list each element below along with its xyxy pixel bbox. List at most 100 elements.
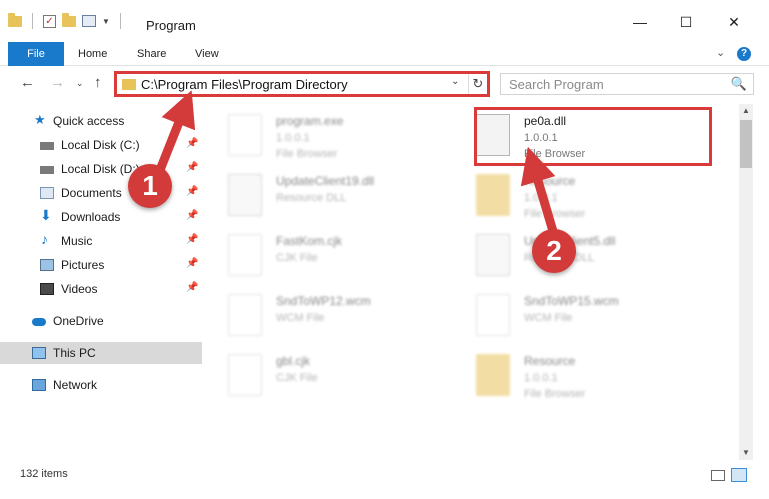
file-tile[interactable]: program.exe 1.0.0.1 File Browser — [210, 110, 450, 164]
qat-dropdown-icon[interactable]: ▼ — [102, 17, 110, 26]
forward-button[interactable]: → — [50, 74, 65, 91]
vertical-scrollbar[interactable]: ▲ ▼ — [739, 104, 753, 460]
file-tile[interactable]: Resource 1.0.0.1 File Browser — [458, 350, 698, 404]
sidebar-item-downloads[interactable]: ⬇ Downloads 📌 — [0, 206, 202, 228]
toolbar-separator — [119, 13, 121, 29]
customize-icon[interactable] — [82, 15, 96, 27]
file-tile[interactable]: FastKom.cjk CJK File — [210, 230, 450, 284]
sidebar-item-label: OneDrive — [53, 314, 104, 328]
sidebar-item-local-disk-d[interactable]: Local Disk (D:) 📌 — [0, 158, 202, 180]
file-name: program.exe — [276, 114, 344, 128]
search-input[interactable]: Search Program — [509, 77, 604, 92]
sidebar-item-label: Local Disk (C:) — [61, 138, 140, 152]
tab-share[interactable]: Share — [137, 42, 166, 66]
scroll-thumb[interactable] — [740, 120, 752, 168]
minimize-button[interactable]: — — [617, 14, 663, 30]
sidebar-item-network[interactable]: Network — [0, 374, 202, 396]
up-button[interactable]: ↑ — [94, 74, 102, 91]
file-description: File Browser — [524, 388, 586, 400]
large-icons-view-icon[interactable] — [731, 468, 747, 482]
sidebar-item-onedrive[interactable]: OneDrive — [0, 310, 202, 332]
pin-icon[interactable]: 📌 — [186, 234, 198, 245]
sidebar-item-videos[interactable]: Videos 📌 — [0, 278, 202, 300]
pin-icon[interactable]: 📌 — [186, 138, 198, 149]
sidebar-item-local-disk-c[interactable]: Local Disk (C:) 📌 — [0, 134, 202, 156]
music-icon: ♪ — [41, 231, 48, 247]
file-name: gbl.cjk — [276, 354, 311, 368]
file-name: Resource — [524, 354, 576, 368]
pc-icon — [32, 347, 46, 359]
file-tile[interactable]: SndToWP15.wcm WCM File — [458, 290, 698, 344]
address-bar[interactable]: C:\Program Files\Program Directory ⌄ ↻ — [114, 71, 490, 97]
star-icon: ★ — [34, 112, 46, 127]
file-version: 1.0.0.1 — [276, 132, 310, 144]
exe-icon — [228, 114, 262, 156]
file-name: SndToWP15.wcm — [524, 294, 619, 308]
navigation-pane: ★ Quick access Local Disk (C:) 📌 Local D… — [0, 104, 210, 460]
maximize-button[interactable]: ☐ — [663, 14, 709, 31]
file-version: 1.0.0.1 — [524, 192, 558, 204]
documents-icon — [40, 187, 54, 199]
file-tile[interactable]: UpdateClient19.dll Resource DLL — [210, 170, 450, 224]
document-icon — [228, 294, 262, 336]
pin-icon[interactable]: 📌 — [186, 258, 198, 269]
search-icon[interactable]: 🔍 — [731, 76, 747, 92]
sidebar-item-label: Quick access — [53, 114, 125, 128]
sidebar-item-label: Documents — [61, 186, 122, 200]
folder-icon — [8, 12, 22, 27]
network-icon — [32, 379, 46, 391]
tab-file[interactable]: File — [8, 42, 64, 66]
dll-gear-icon — [476, 234, 510, 276]
file-type: WCM File — [276, 312, 325, 324]
recent-locations-icon[interactable]: ⌄ — [76, 78, 84, 89]
file-list: program.exe 1.0.0.1 File Browser pe0a.dl… — [210, 104, 739, 460]
file-tile[interactable]: SndToWP12.wcm WCM File — [210, 290, 450, 344]
file-name: Resource — [524, 174, 576, 188]
item-count: 132 items — [20, 468, 68, 480]
sidebar-item-music[interactable]: ♪ Music 📌 — [0, 230, 202, 252]
file-tile[interactable]: UpdateClient5.dll Resource DLL — [458, 230, 698, 284]
downloads-icon: ⬇ — [40, 207, 52, 223]
pin-icon[interactable]: 📌 — [186, 186, 198, 197]
tab-home[interactable]: Home — [78, 42, 107, 66]
back-button[interactable]: ← — [20, 74, 35, 91]
file-name: UpdateClient19.dll — [276, 174, 375, 188]
scroll-down-icon[interactable]: ▼ — [739, 446, 753, 460]
cloud-icon — [32, 318, 46, 326]
highlight-box — [474, 107, 712, 166]
navigation-bar: ← → ⌄ ↑ C:\Program Files\Program Directo… — [0, 68, 769, 100]
step-badge-2: 2 — [532, 229, 576, 273]
address-path[interactable]: C:\Program Files\Program Directory — [141, 77, 348, 92]
document-icon — [476, 294, 510, 336]
properties-check-icon[interactable]: ✓ — [43, 14, 56, 28]
address-dropdown-icon[interactable]: ⌄ — [451, 76, 459, 87]
refresh-button[interactable]: ↻ — [468, 74, 487, 94]
new-folder-icon[interactable] — [62, 12, 76, 27]
tab-view[interactable]: View — [195, 42, 219, 66]
details-view-icon[interactable] — [711, 470, 725, 481]
sidebar-item-quick-access[interactable]: ★ Quick access — [0, 110, 202, 132]
pin-icon[interactable]: 📌 — [186, 162, 198, 173]
help-icon[interactable]: ? — [737, 47, 751, 61]
pin-icon[interactable]: 📌 — [186, 210, 198, 221]
search-box[interactable]: Search Program 🔍 — [500, 73, 754, 95]
file-description: File Browser — [524, 208, 586, 220]
file-type: CJK File — [276, 252, 318, 264]
pin-icon[interactable]: 📌 — [186, 282, 198, 293]
close-button[interactable]: ✕ — [711, 14, 757, 31]
sidebar-item-label: Downloads — [61, 210, 121, 224]
document-icon — [228, 234, 262, 276]
file-tile[interactable]: Resource 1.0.0.1 File Browser — [458, 170, 698, 224]
file-name: FastKom.cjk — [276, 234, 343, 248]
dll-gear-icon — [228, 174, 262, 216]
sidebar-item-pictures[interactable]: Pictures 📌 — [0, 254, 202, 276]
sidebar-item-this-pc[interactable]: This PC — [0, 342, 202, 364]
scroll-up-icon[interactable]: ▲ — [739, 104, 753, 118]
ribbon-tabs: File Home Share View ⌄ ? — [0, 42, 769, 66]
file-tile[interactable]: gbl.cjk CJK File — [210, 350, 450, 404]
folder-icon — [122, 79, 136, 90]
collapse-ribbon-icon[interactable]: ⌄ — [716, 46, 725, 59]
sidebar-item-label: Videos — [61, 282, 98, 296]
folder-icon — [476, 354, 510, 396]
step-badge-1: 1 — [128, 164, 172, 208]
